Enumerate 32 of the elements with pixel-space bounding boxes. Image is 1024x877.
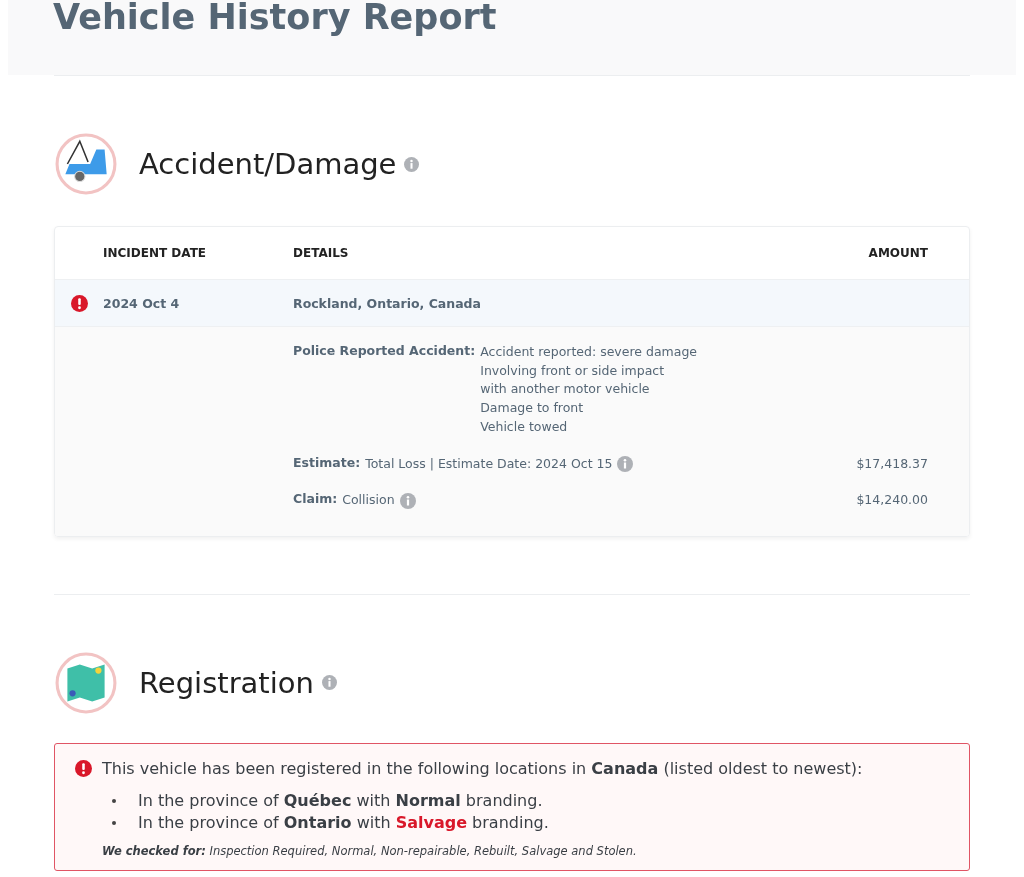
info-icon[interactable] xyxy=(399,492,416,509)
detail-label: Claim: xyxy=(293,491,338,509)
info-icon[interactable] xyxy=(404,156,420,172)
bullet-icon xyxy=(112,798,116,803)
section-title: Accident/Damage xyxy=(139,147,397,181)
detail-label: Estimate: xyxy=(293,454,361,472)
bullet-icon xyxy=(112,820,116,825)
detail-text: Involving front or side impact xyxy=(480,361,665,380)
detail-label: Police Reported Accident: xyxy=(293,343,476,360)
report-title: Vehicle History Report xyxy=(53,0,498,38)
info-icon[interactable] xyxy=(617,455,634,472)
amount: $14,240.00 xyxy=(856,492,928,508)
section-title: Registration xyxy=(139,665,314,700)
column-header: INCIDENT DATE xyxy=(103,246,208,260)
detail-text: with another motor vehicle xyxy=(480,380,650,399)
map-icon xyxy=(55,651,117,714)
detail-text: Collision xyxy=(342,491,395,510)
detail-text: Total Loss | Estimate Date: 2024 Oct 15 xyxy=(365,454,613,473)
column-header: AMOUNT xyxy=(867,246,929,260)
detail-text: Accident reported: severe damage xyxy=(480,343,698,361)
incident-date: 2024 Oct 4 xyxy=(103,295,181,311)
incident-location: Rockland, Ontario, Canada xyxy=(293,295,482,311)
tow-truck-icon xyxy=(55,133,117,195)
info-icon[interactable] xyxy=(321,675,337,691)
detail-text: Vehicle towed xyxy=(480,417,568,436)
location-item: In the province of Québec with Normal branding. xyxy=(138,789,543,812)
notice-text: This vehicle has been registered in the following locations in Canada (listed oldest to newest): xyxy=(102,758,863,778)
detail-text: Damage to front xyxy=(480,399,584,418)
location-item: In the province of Ontario with Salvage branding. xyxy=(138,811,549,834)
checked-note: We checked for: Inspection Required, Normal, Non-repairable, Rebuilt, Salvage and Stolen. xyxy=(102,843,638,858)
column-header: DETAILS xyxy=(293,246,350,260)
amount: $17,418.37 xyxy=(856,455,928,471)
